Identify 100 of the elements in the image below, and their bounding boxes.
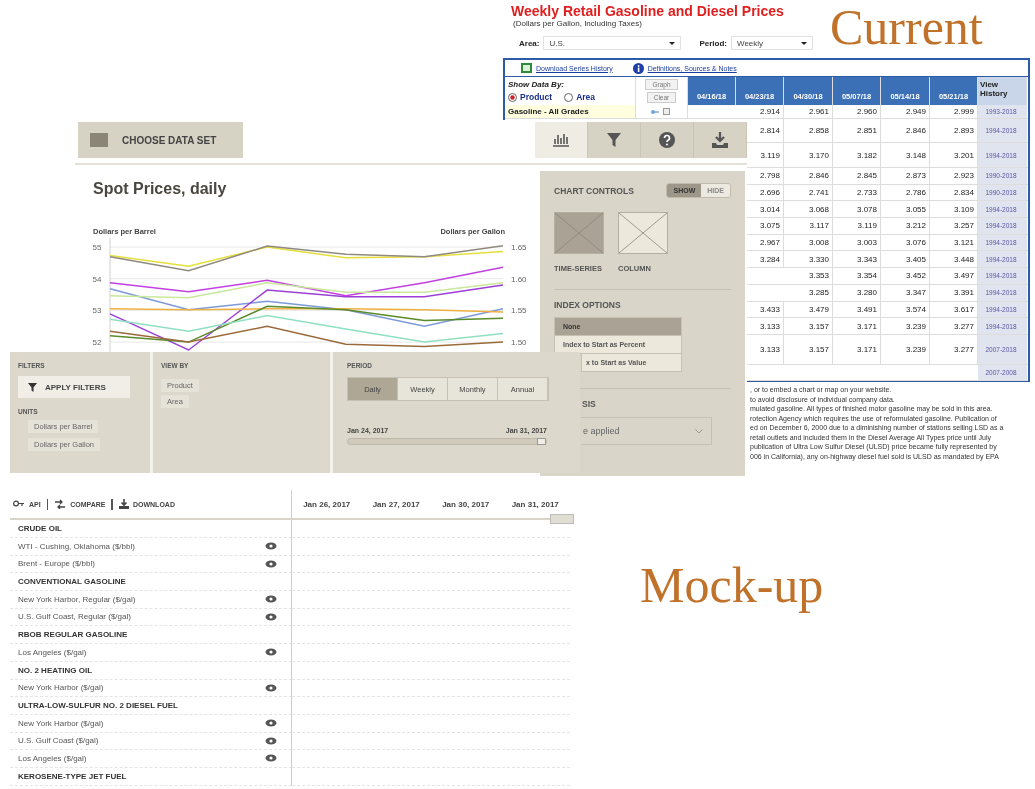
- overlay-caption: Current: [830, 2, 983, 52]
- group-heading: KEROSENE-TYPE JET FUEL: [18, 771, 127, 781]
- table-cell: 3.354: [856, 271, 877, 281]
- table-cell: 2.949: [905, 107, 926, 116]
- table-cell: 2.960: [856, 107, 877, 116]
- analysis-dropdown[interactable]: e applied: [581, 417, 712, 445]
- table-cell: 3.109: [953, 204, 974, 214]
- key-icon: [650, 108, 659, 115]
- table-cell: 2.858: [808, 126, 829, 135]
- radio-button[interactable]: Product: [508, 92, 553, 102]
- table-cell: 2.923: [953, 171, 974, 181]
- dropdown[interactable]: U.S.: [543, 36, 682, 50]
- section-title: CHART CONTROLS: [554, 185, 634, 196]
- table-cell: 3.497: [953, 271, 974, 281]
- table-cell: 2.914: [759, 107, 780, 116]
- tick-label: 1.60: [511, 274, 527, 284]
- table-cell: 3.121: [953, 238, 974, 248]
- radio-icon: [564, 92, 574, 102]
- table-cell: 3.479: [808, 304, 829, 314]
- chart-type-thumbnail-icon[interactable]: [618, 212, 668, 254]
- table-cell: 3.157: [808, 321, 829, 331]
- filter-icon: [605, 131, 623, 149]
- table-cell: 3.008: [808, 238, 829, 248]
- table-cell: 3.068: [808, 204, 829, 214]
- table-cell: 3.277: [953, 344, 974, 354]
- table-cell: 2.873: [905, 171, 926, 181]
- table-cell: 3.055: [905, 204, 926, 214]
- table-cell: 3.003: [856, 238, 877, 248]
- table-cell: 3.075: [759, 221, 780, 231]
- tick-label: 1.50: [511, 338, 527, 348]
- table-cell: 2.798: [759, 171, 780, 181]
- table-cell: 2.814: [759, 126, 780, 135]
- table-cell: 3.347: [905, 288, 926, 298]
- toolbar-button[interactable]: [535, 122, 588, 158]
- dropdown[interactable]: Weekly: [731, 36, 813, 50]
- bar-chart-icon: [552, 131, 570, 149]
- series-item: New York Harbor, Regular ($/gal): [18, 594, 136, 604]
- table-cell: 3.491: [856, 304, 877, 314]
- field-label: Period:: [699, 38, 727, 48]
- eye-icon[interactable]: [265, 612, 277, 621]
- table-cell: 3.157: [808, 344, 829, 354]
- table-cell: 3.201: [953, 150, 974, 160]
- table-cell: 3.171: [856, 344, 877, 354]
- arrows-icon: [54, 499, 67, 509]
- table-cell: 2.851: [856, 126, 877, 135]
- date-header: Jan 26, 2017: [303, 499, 351, 509]
- table-cell: 3.133: [759, 344, 780, 354]
- table-cell: 3.257: [953, 221, 974, 231]
- series-item: Los Angeles ($/gal): [18, 753, 87, 763]
- table-cell: 2.696: [759, 188, 780, 198]
- radio-icon: [508, 92, 517, 102]
- scroll-handle[interactable]: [550, 514, 574, 524]
- series-item: Brent - Europe ($/bbl): [18, 559, 95, 569]
- group-heading: ULTRA-LOW-SULFUR NO. 2 DIESEL FUEL: [18, 701, 178, 710]
- slider-handle[interactable]: [537, 438, 546, 445]
- table-cell: 3.212: [905, 221, 926, 231]
- eye-icon[interactable]: [265, 683, 277, 692]
- eye-icon[interactable]: [265, 542, 277, 551]
- choose-data-set-button[interactable]: CHOOSE DATA SET: [78, 122, 243, 158]
- tick-label: 1.65: [511, 243, 527, 252]
- eye-icon[interactable]: [265, 648, 277, 657]
- table-cell: 2.967: [759, 238, 780, 248]
- table-cell: 3.448: [953, 254, 974, 264]
- table-cell: 3.171: [856, 321, 877, 331]
- table-cell: 3.078: [856, 204, 877, 214]
- group-heading: RBOB REGULAR GASOLINE: [18, 630, 128, 639]
- table-cell: 3.391: [953, 288, 974, 298]
- swatch-icon: [90, 133, 108, 147]
- section-title: INDEX OPTIONS: [554, 300, 622, 310]
- table-cell: 3.574: [905, 304, 926, 314]
- table-cell: 3.182: [856, 150, 877, 160]
- eye-icon[interactable]: [265, 736, 277, 745]
- eye-icon[interactable]: [265, 595, 277, 604]
- date-header: Jan 31, 2017: [511, 499, 559, 509]
- tick-label: 1.55: [511, 306, 527, 316]
- date-range-slider[interactable]: [347, 438, 547, 445]
- table-cell: 2.741: [808, 188, 829, 198]
- checkbox-icon[interactable]: [662, 108, 670, 115]
- table-cell: 3.433: [759, 304, 780, 314]
- table-cell: 3.239: [905, 321, 926, 331]
- group-heading: CRUDE OIL: [18, 524, 62, 533]
- table-cell: 3.014: [759, 204, 780, 214]
- download-icon: [711, 131, 729, 149]
- tick-label: 54: [92, 274, 102, 284]
- table-cell: 3.117: [809, 221, 829, 231]
- eye-icon[interactable]: [265, 559, 277, 568]
- table-cell: 3.119: [857, 221, 877, 231]
- eye-icon[interactable]: [265, 719, 277, 728]
- table-cell: 3.133: [759, 321, 780, 331]
- table-cell: 3.119: [760, 150, 780, 160]
- table-cell: 3.148: [905, 150, 926, 160]
- eye-icon[interactable]: [265, 754, 277, 763]
- apply-filters-button[interactable]: APPLY FILTERS: [18, 376, 130, 398]
- table-cell: 3.285: [808, 288, 829, 298]
- page-subtitle: (Dollars per Gallon, Including Taxes): [513, 19, 642, 29]
- radio-button[interactable]: Area: [564, 92, 596, 102]
- section-title: SIS: [581, 399, 597, 409]
- series-item: U.S. Gulf Coast ($/gal): [18, 736, 99, 746]
- table-cell: 2.846: [905, 126, 926, 135]
- chart-type-thumbnail-icon[interactable]: [554, 212, 604, 254]
